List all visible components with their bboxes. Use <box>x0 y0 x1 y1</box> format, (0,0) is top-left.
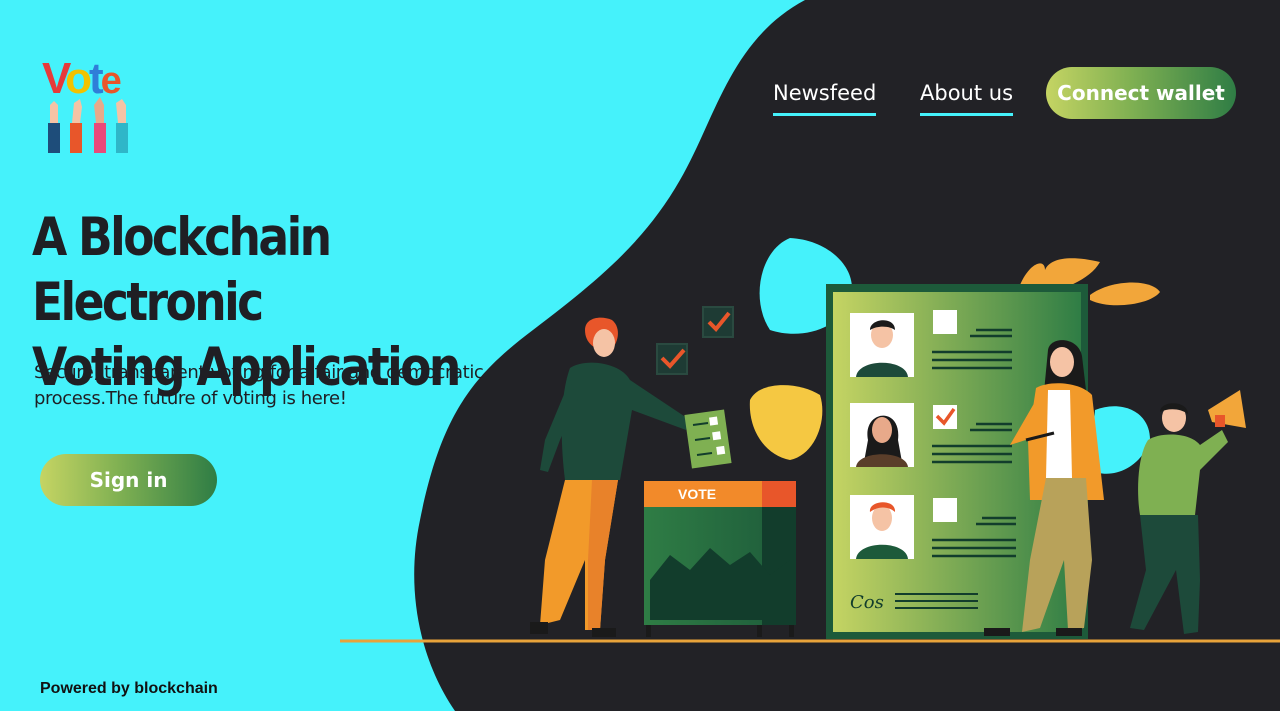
leaf-orange-right <box>1090 282 1160 306</box>
powered-by-text: Powered by blockchain <box>40 680 218 697</box>
board-signature: Cos <box>850 592 884 613</box>
candidate-checkbox-3 <box>933 498 957 522</box>
leaf-yellow-left <box>749 385 823 460</box>
floating-check-box-1 <box>702 306 734 338</box>
voting-illustration: VOTE Cos <box>340 238 1280 643</box>
ballot-box: VOTE <box>644 481 796 637</box>
ballot-box-label: VOTE <box>678 486 716 502</box>
megaphone-icon <box>1208 390 1246 428</box>
ballot-paper <box>684 409 732 469</box>
candidate-checkbox-1 <box>933 310 957 334</box>
